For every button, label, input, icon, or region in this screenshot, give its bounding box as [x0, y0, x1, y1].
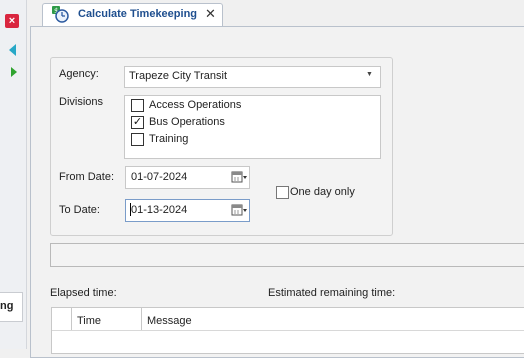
tab-close-icon[interactable]: ✕ [205, 6, 216, 22]
to-date-label: To Date: [59, 204, 100, 216]
left-document-tab-label: ng [0, 300, 14, 312]
close-document-icon[interactable]: × [5, 14, 19, 28]
to-date-value: 01-13-2024 [131, 204, 188, 216]
arrow-right-icon[interactable] [10, 66, 18, 78]
column-divider [71, 308, 72, 330]
column-divider [141, 308, 142, 330]
calculator-clock-icon: $ [52, 6, 69, 23]
tab-title: Calculate Timekeeping [78, 8, 198, 20]
from-date-label: From Date: [59, 171, 115, 183]
chevron-down-icon[interactable]: ▼ [366, 71, 373, 78]
one-day-only-label: One day only [290, 186, 355, 198]
division-label-bus-operations: Bus Operations [149, 116, 225, 128]
column-header-time[interactable]: Time [77, 315, 101, 327]
divisions-label: Divisions [59, 96, 104, 108]
from-date-value: 01-07-2024 [131, 171, 188, 183]
division-checkbox-bus-operations[interactable]: ✓ [131, 116, 144, 129]
remaining-time-label: Estimated remaining time: [268, 287, 396, 299]
progress-bar [50, 243, 524, 267]
division-label-training: Training [149, 133, 189, 145]
agency-label: Agency: [59, 68, 99, 80]
calendar-icon[interactable] [231, 203, 247, 217]
grid-header [52, 308, 524, 331]
text-cursor [130, 203, 131, 216]
division-checkbox-access-operations[interactable] [131, 99, 144, 112]
arrow-left-icon[interactable] [8, 44, 18, 56]
calendar-icon[interactable] [231, 170, 247, 184]
column-header-message[interactable]: Message [147, 315, 192, 327]
division-checkbox-training[interactable] [131, 133, 144, 146]
division-label-access-operations: Access Operations [149, 99, 242, 111]
elapsed-time-label: Elapsed time: [50, 287, 117, 299]
agency-value: Trapeze City Transit [129, 70, 228, 82]
one-day-only-checkbox[interactable] [276, 186, 289, 199]
